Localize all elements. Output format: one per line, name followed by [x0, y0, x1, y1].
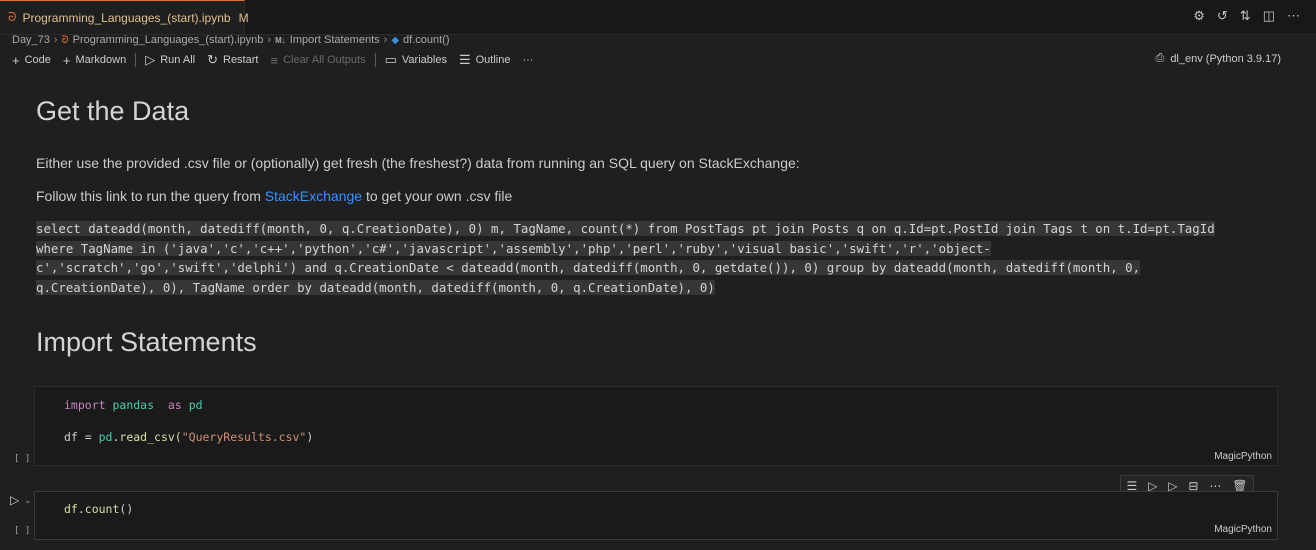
- jupyter-icon: ᘐ: [8, 10, 17, 24]
- chevron-right-icon: ›: [267, 34, 272, 46]
- editor-actions: ⚙ ↺ ⇅ ◫ ⋯: [1193, 8, 1300, 24]
- run-all-button[interactable]: ▷ Run All: [139, 52, 201, 68]
- clear-all-icon: ≡: [270, 52, 279, 68]
- history-icon[interactable]: ↺: [1217, 8, 1228, 24]
- variables-icon: ▭: [384, 52, 397, 67]
- run-all-icon: ▷: [145, 52, 156, 67]
- sql-line: q.CreationDate), 0), TagName order by da…: [36, 279, 715, 295]
- sql-line: where TagName in ('java','c','c++','pyth…: [36, 240, 991, 256]
- code-module: pd: [98, 430, 113, 444]
- chevron-right-icon: ›: [53, 34, 58, 46]
- outline-label: Outline: [475, 54, 511, 66]
- code-line-import[interactable]: import pandas as pd: [64, 398, 203, 412]
- markdown-icon: M↓: [275, 35, 286, 45]
- notebook-toolbar: + Code + Markdown ▷ Run All ↻ Restart ≡ …: [6, 52, 539, 68]
- heading-get-the-data: Get the Data: [36, 96, 190, 126]
- cell-language[interactable]: MagicPython: [1214, 451, 1272, 462]
- kernel-picker[interactable]: ⎙ dl_env (Python 3.9.17): [1156, 52, 1282, 65]
- run-cell-icon[interactable]: ▷: [10, 493, 19, 507]
- module-alias: pd: [188, 398, 203, 412]
- execution-count: [ ]: [14, 454, 31, 464]
- outline-icon: ☰: [458, 52, 471, 67]
- jupyter-icon: ᘐ: [61, 34, 69, 46]
- gear-icon[interactable]: ⚙: [1193, 8, 1205, 24]
- clear-all-label: Clear All Outputs: [283, 54, 366, 66]
- add-markdown-label: Markdown: [75, 54, 127, 66]
- breadcrumb: Day_73 › ᘐ Programming_Languages_(start)…: [12, 33, 449, 47]
- keyword-import: import: [64, 398, 106, 412]
- editor-tab-bar: ᘐ Programming_Languages_(start).ipynb M …: [0, 0, 1316, 35]
- restart-icon: ↻: [207, 52, 218, 67]
- kernel-icon: ⎙: [1155, 52, 1165, 64]
- stackexchange-link[interactable]: StackExchange: [265, 188, 362, 204]
- notebook-tab[interactable]: ᘐ Programming_Languages_(start).ipynb M: [0, 0, 249, 34]
- paragraph-link-after: to get your own .csv file: [362, 188, 513, 204]
- python-icon: ◆: [391, 34, 400, 46]
- code-function: df.count: [64, 502, 120, 516]
- code-function: .read_csv(: [112, 430, 182, 444]
- variables-label: Variables: [401, 54, 447, 66]
- code-line-count[interactable]: df.count(): [64, 502, 133, 516]
- chevron-right-icon: ›: [383, 34, 388, 46]
- add-markdown-button[interactable]: + Markdown: [57, 53, 132, 68]
- outline-button[interactable]: ☰ Outline: [453, 52, 517, 68]
- toolbar-divider: [135, 53, 137, 67]
- modified-indicator: M: [238, 10, 249, 25]
- more-actions-icon[interactable]: ⋯: [1287, 8, 1300, 24]
- code-cell-imports[interactable]: import pandas as pd df = pd.read_csv("Qu…: [34, 386, 1278, 466]
- code-string: "QueryResults.csv": [181, 430, 307, 444]
- code-variable: df =: [64, 430, 99, 444]
- sql-query-block: select dateadd(month, datediff(month, 0,…: [36, 219, 1258, 297]
- breadcrumb-section[interactable]: Import Statements: [290, 34, 380, 46]
- variables-button[interactable]: ▭ Variables: [379, 52, 453, 68]
- chevron-down-icon[interactable]: ⌄: [24, 495, 32, 506]
- sql-line: select dateadd(month, datediff(month, 0,…: [36, 221, 1215, 236]
- plus-icon: +: [62, 52, 71, 68]
- run-all-label: Run All: [160, 54, 196, 66]
- module-name: pandas: [112, 398, 155, 412]
- sql-line: c','scratch','go','swift','delphi') and …: [36, 260, 1141, 276]
- breadcrumb-notebook[interactable]: Programming_Languages_(start).ipynb: [73, 34, 264, 46]
- compare-changes-icon[interactable]: ⇅: [1240, 8, 1251, 24]
- code-line-read-csv[interactable]: df = pd.read_csv("QueryResults.csv"): [64, 430, 313, 444]
- cell-language[interactable]: MagicPython: [1214, 524, 1272, 535]
- more-icon: ···: [522, 54, 534, 66]
- code-cell-count[interactable]: df.count() MagicPython: [34, 491, 1278, 540]
- paragraph-link-before: Follow this link to run the query from: [36, 188, 265, 204]
- add-code-label: Code: [24, 54, 51, 66]
- breadcrumb-cell[interactable]: df.count(): [403, 34, 449, 46]
- heading-import-statements: Import Statements: [36, 327, 257, 357]
- paragraph-link: Follow this link to run the query from S…: [36, 188, 512, 204]
- kernel-label: dl_env (Python 3.9.17): [1170, 52, 1281, 65]
- code-paren: (): [119, 502, 134, 516]
- code-paren: ): [306, 430, 314, 444]
- restart-label: Restart: [223, 54, 259, 66]
- restart-button[interactable]: ↻ Restart: [201, 52, 264, 68]
- toolbar-more-button[interactable]: ···: [516, 54, 539, 66]
- execution-count: [ ]: [14, 526, 31, 536]
- clear-all-outputs-button[interactable]: ≡ Clear All Outputs: [264, 53, 371, 68]
- toolbar-divider: [374, 53, 376, 67]
- keyword-as: as: [167, 398, 182, 412]
- split-editor-icon[interactable]: ◫: [1263, 8, 1275, 24]
- tab-title: Programming_Languages_(start).ipynb: [22, 10, 231, 25]
- plus-icon: +: [12, 52, 20, 68]
- paragraph-intro: Either use the provided .csv file or (op…: [36, 155, 800, 171]
- breadcrumb-folder[interactable]: Day_73: [12, 34, 50, 46]
- add-code-button[interactable]: + Code: [6, 53, 57, 68]
